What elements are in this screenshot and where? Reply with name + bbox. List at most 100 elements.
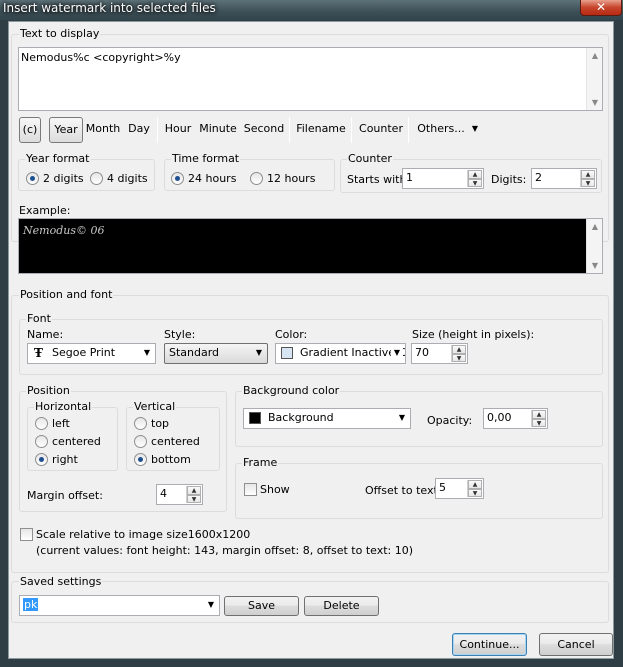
scroll-down-icon[interactable]: ▼ <box>587 98 603 107</box>
chevron-down-icon[interactable]: ▼ <box>141 344 153 362</box>
font-label: Font <box>26 312 52 325</box>
scroll-up-icon[interactable]: ▲ <box>587 222 603 231</box>
saved-settings-value: pk <box>23 598 39 611</box>
frame-show-checkbox[interactable] <box>244 483 257 496</box>
v-top-radio[interactable] <box>134 417 147 430</box>
others-dropdown-icon[interactable]: ▼ <box>469 117 481 143</box>
digits-value: 2 <box>535 171 542 184</box>
v-bottom-radio[interactable] <box>134 453 147 466</box>
spin-up-icon[interactable]: ▲ <box>468 170 482 179</box>
toolbar-separator <box>157 117 158 143</box>
year-2digits-radio[interactable] <box>26 172 39 185</box>
year-format-label: Year format <box>25 152 91 165</box>
v-bottom-label: bottom <box>151 453 191 466</box>
time-format-label: Time format <box>171 152 241 165</box>
delete-button[interactable]: Delete <box>304 596 379 616</box>
example-preview: Nemodus© 06 ▲ ▼ <box>18 218 603 274</box>
cancel-button[interactable]: Cancel <box>539 633 613 656</box>
background-color-label: Background color <box>242 384 341 397</box>
font-name-label: Name: <box>27 328 64 341</box>
time-12h-radio[interactable] <box>250 172 263 185</box>
opacity-value: 0,00 <box>487 411 512 424</box>
second-button[interactable]: Second <box>242 117 286 143</box>
dialog-client: Text to display Nemodus%c <copyright>%y … <box>8 21 614 659</box>
font-style-select[interactable]: Standard ▼ <box>164 343 268 364</box>
starts-with-value: 1 <box>406 171 413 184</box>
margin-offset-input[interactable]: 4 ▲ ▼ <box>156 484 203 505</box>
continue-button[interactable]: Continue... <box>452 633 527 656</box>
h-right-label: right <box>52 453 78 466</box>
filename-button[interactable]: Filename <box>295 117 347 143</box>
h-centered-radio[interactable] <box>35 435 48 448</box>
spin-down-icon[interactable]: ▼ <box>468 178 482 187</box>
dialog-window: Insert watermark into selected files ✕ T… <box>0 0 623 667</box>
v-centered-radio[interactable] <box>134 435 147 448</box>
spin-up-icon[interactable]: ▲ <box>532 410 546 419</box>
spin-up-icon[interactable]: ▲ <box>452 345 466 354</box>
h-right-radio[interactable] <box>35 453 48 466</box>
background-color-swatch <box>249 412 261 424</box>
spin-up-icon[interactable]: ▲ <box>187 486 201 495</box>
opacity-input[interactable]: 0,00 ▲ ▼ <box>483 408 548 429</box>
offset-to-text-spinner[interactable]: ▲ ▼ <box>467 480 482 497</box>
font-size-value: 70 <box>415 346 429 359</box>
time-24h-radio[interactable] <box>171 172 184 185</box>
margin-offset-spinner[interactable]: ▲ ▼ <box>186 486 201 503</box>
starts-with-input[interactable]: 1 ▲ ▼ <box>402 168 484 189</box>
close-button[interactable]: ✕ <box>580 0 622 16</box>
year-button[interactable]: Year <box>49 117 83 143</box>
minute-button[interactable]: Minute <box>198 117 238 143</box>
h-left-label: left <box>52 417 70 430</box>
offset-to-text-label: Offset to text: <box>365 484 442 497</box>
copyright-button[interactable]: (c) <box>19 117 41 143</box>
time-24h-label: 24 hours <box>188 172 237 185</box>
font-size-input[interactable]: 70 ▲ ▼ <box>411 343 468 364</box>
h-centered-label: centered <box>52 435 101 448</box>
h-left-radio[interactable] <box>35 417 48 430</box>
title-bar[interactable]: Insert watermark into selected files ✕ <box>0 0 623 20</box>
v-centered-label: centered <box>151 435 200 448</box>
font-color-select[interactable]: Gradient Inactive C ▼ <box>275 343 406 364</box>
spin-down-icon[interactable]: ▼ <box>532 418 546 427</box>
month-button[interactable]: Month <box>85 117 121 143</box>
save-button[interactable]: Save <box>224 596 299 616</box>
toolbar-separator <box>289 117 290 143</box>
chevron-down-icon[interactable]: ▼ <box>205 596 217 614</box>
counter-button[interactable]: Counter <box>357 117 405 143</box>
chevron-down-icon[interactable]: ▼ <box>253 344 265 362</box>
spin-down-icon[interactable]: ▼ <box>452 353 466 362</box>
day-button[interactable]: Day <box>125 117 153 143</box>
hour-button[interactable]: Hour <box>163 117 193 143</box>
saved-settings-label: Saved settings <box>19 575 103 588</box>
digits-spinner[interactable]: ▲ ▼ <box>580 170 595 187</box>
offset-to-text-input[interactable]: 5 ▲ ▼ <box>435 478 484 499</box>
font-name-select[interactable]: Ŧ Segoe Print ▼ <box>27 343 156 364</box>
scroll-down-icon[interactable]: ▼ <box>587 261 603 270</box>
spin-down-icon[interactable]: ▼ <box>468 488 482 497</box>
year-4digits-radio[interactable] <box>90 172 103 185</box>
saved-settings-select[interactable]: pk ▼ <box>19 595 220 616</box>
example-scrollbar[interactable]: ▲ ▼ <box>586 219 602 273</box>
chevron-down-icon[interactable]: ▼ <box>391 344 403 362</box>
spin-down-icon[interactable]: ▼ <box>581 178 595 187</box>
text-to-display-input[interactable]: Nemodus%c <copyright>%y ▲ ▼ <box>18 47 603 111</box>
font-size-spinner[interactable]: ▲ ▼ <box>451 345 466 362</box>
background-color-select[interactable]: Background ▼ <box>243 408 411 429</box>
others-button[interactable]: Others... <box>417 117 465 143</box>
spin-down-icon[interactable]: ▼ <box>187 494 201 503</box>
font-style-label: Style: <box>164 328 196 341</box>
chevron-down-icon[interactable]: ▼ <box>396 409 408 427</box>
font-size-label: Size (height in pixels): <box>412 328 535 341</box>
scroll-up-icon[interactable]: ▲ <box>587 51 603 60</box>
counter-label: Counter <box>347 152 393 165</box>
scale-label: Scale relative to image size1600x1200 <box>36 528 251 541</box>
starts-with-spinner[interactable]: ▲ ▼ <box>467 170 482 187</box>
font-style-value: Standard <box>169 346 220 359</box>
horizontal-label: Horizontal <box>34 400 93 413</box>
text-scrollbar[interactable]: ▲ ▼ <box>586 48 602 110</box>
spin-up-icon[interactable]: ▲ <box>581 170 595 179</box>
spin-up-icon[interactable]: ▲ <box>468 480 482 489</box>
digits-input[interactable]: 2 ▲ ▼ <box>531 168 597 189</box>
scale-checkbox[interactable] <box>20 528 33 541</box>
opacity-spinner[interactable]: ▲ ▼ <box>531 410 546 427</box>
